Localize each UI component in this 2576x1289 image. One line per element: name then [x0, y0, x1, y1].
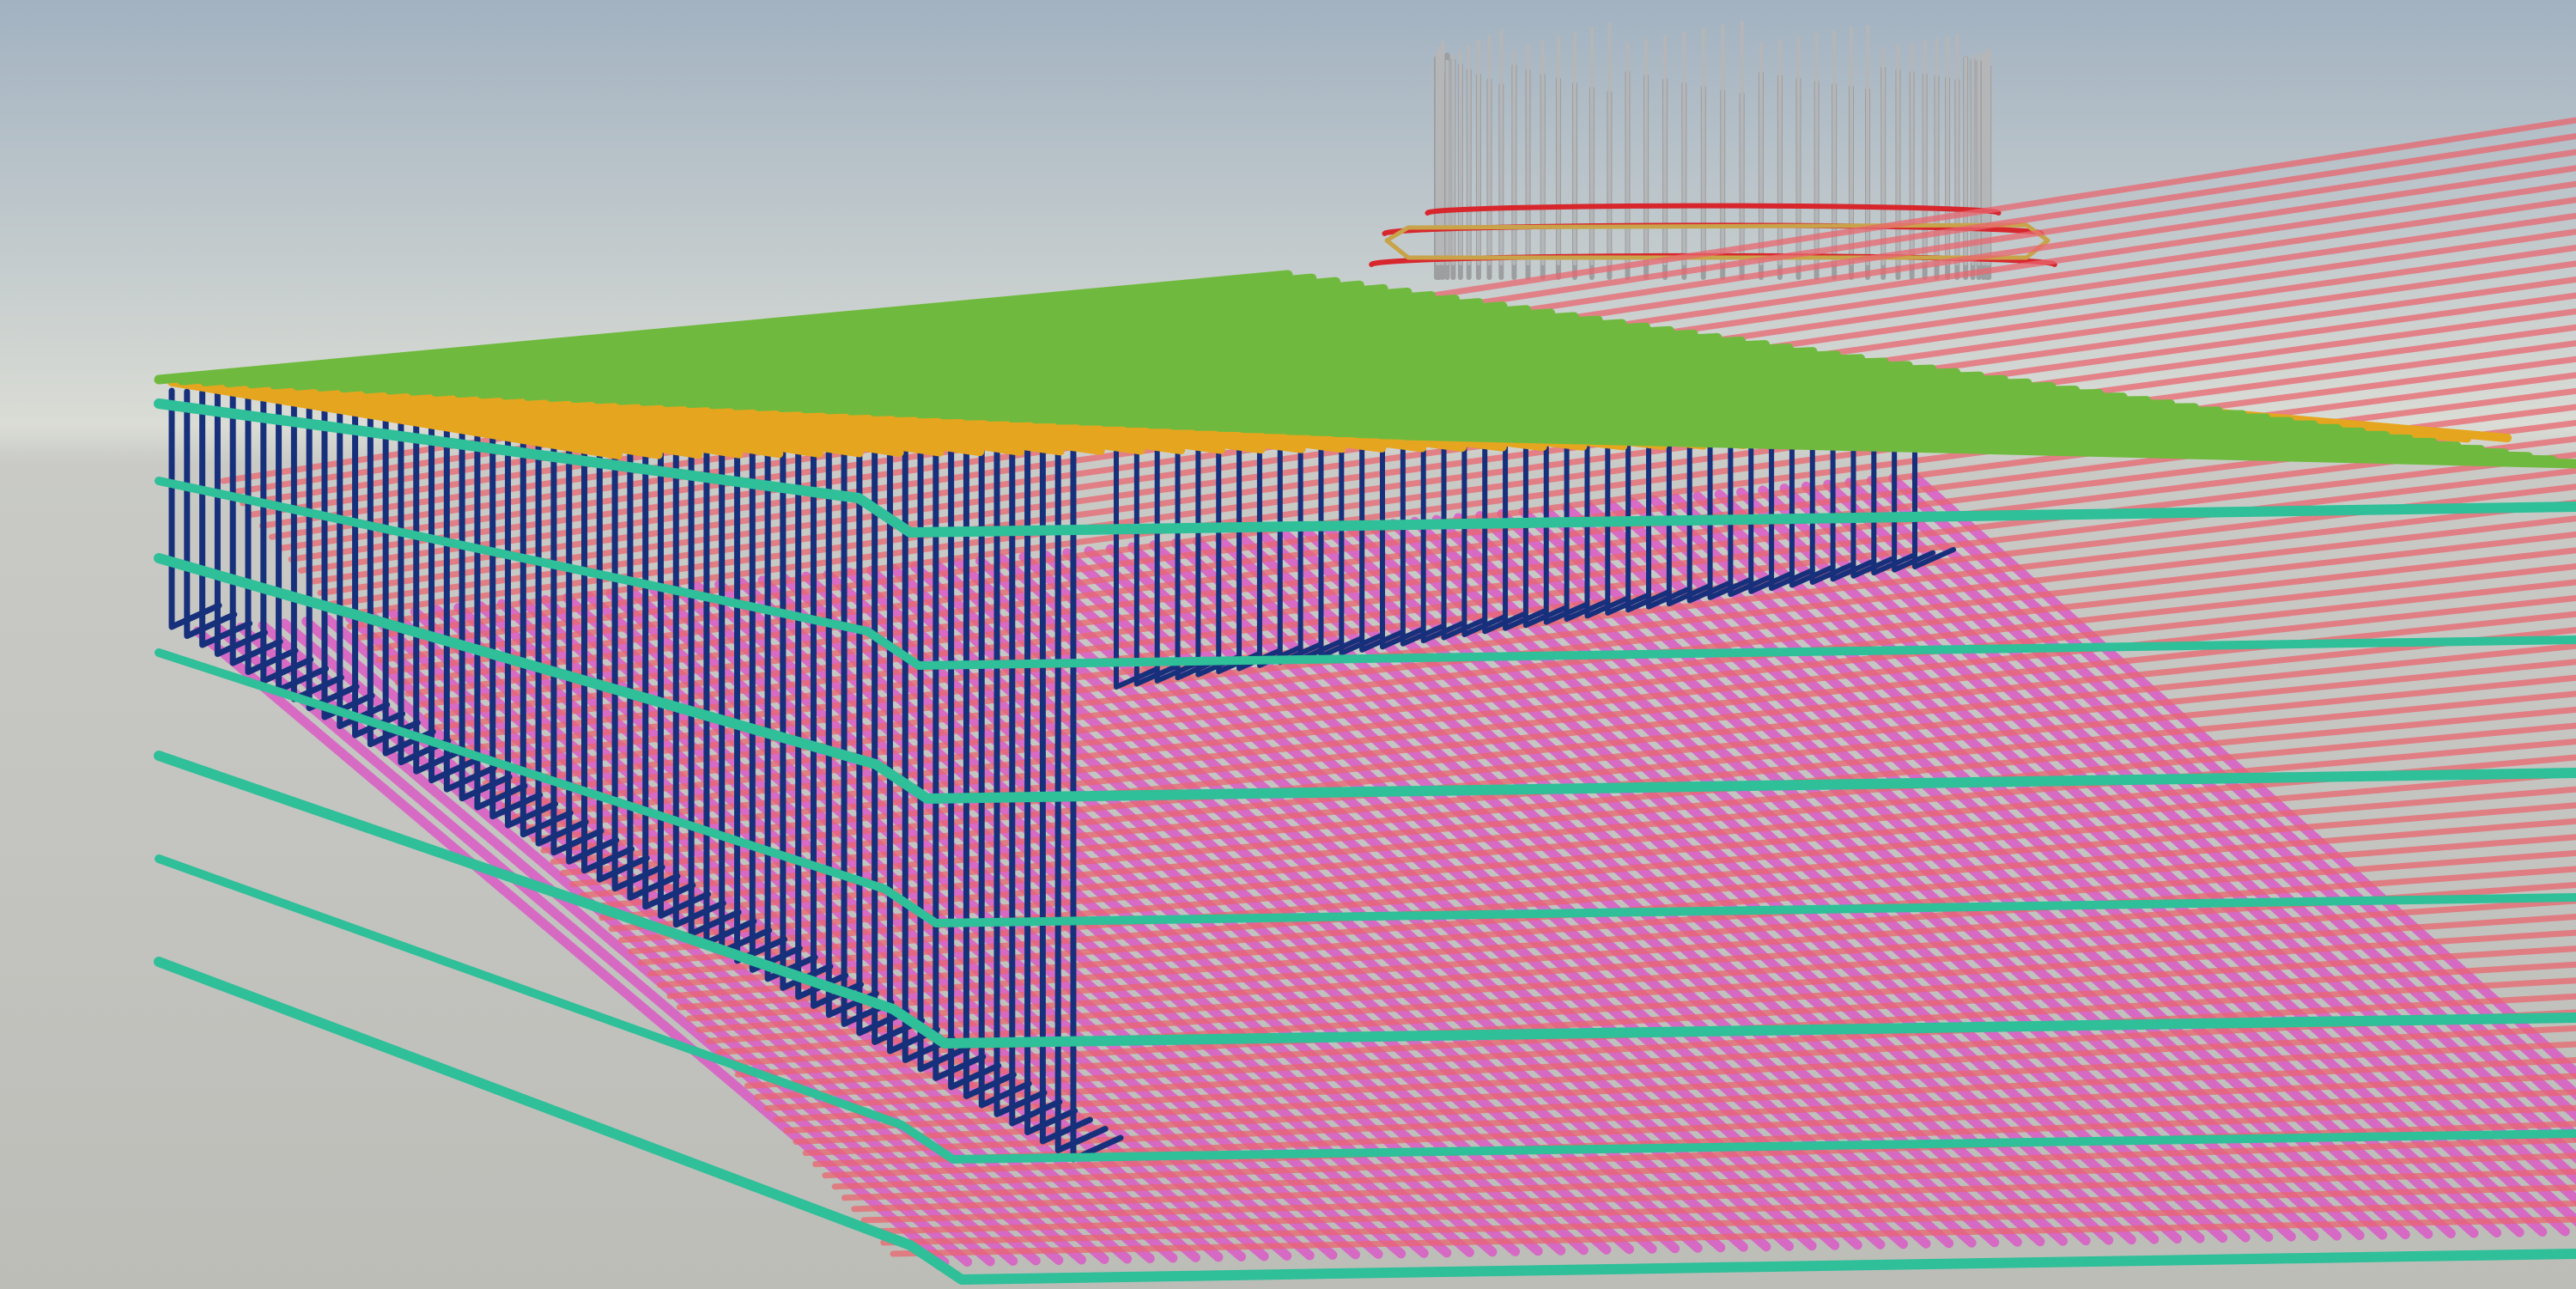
render-viewport[interactable]	[0, 0, 2576, 1289]
rebar-cage-scene	[0, 0, 2576, 1289]
